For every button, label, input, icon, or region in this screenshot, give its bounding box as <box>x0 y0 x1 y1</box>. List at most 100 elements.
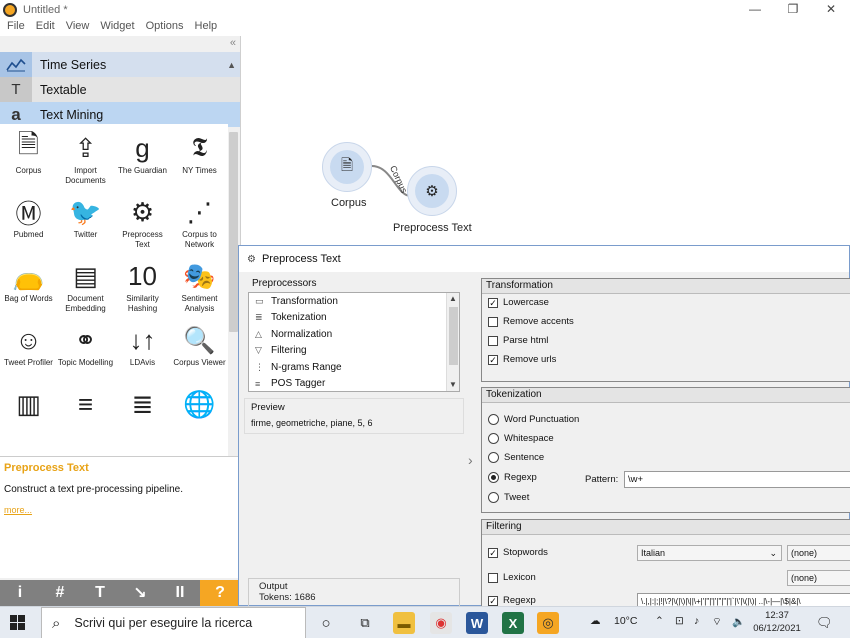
widget-bag-of-words[interactable]: 👝 Bag of Words <box>0 258 57 304</box>
close-button[interactable]: ✕ <box>812 0 850 20</box>
menu-file[interactable]: File <box>7 20 25 36</box>
preprocessor-filtering[interactable]: ▽ Filtering <box>249 343 459 360</box>
widget-ny-times[interactable]: 𝕿 NY Times <box>171 130 228 176</box>
text-annotation-button[interactable]: T <box>80 580 120 606</box>
whitespace-radio[interactable]: Whitespace <box>488 433 554 444</box>
menu-help[interactable]: Help <box>195 20 218 36</box>
preprocessor-transformation[interactable]: ▭ Transformation <box>249 293 459 310</box>
widget-pubmed[interactable]: Ⓜ Pubmed <box>0 194 57 240</box>
maximize-button[interactable]: ❐ <box>774 0 812 20</box>
chevron-right-icon[interactable]: › <box>468 452 473 468</box>
taskbar-search[interactable]: ⌕ Scrivi qui per eseguire la ricerca <box>41 607 306 638</box>
category-time-series[interactable]: Time Series ▲ <box>0 52 240 77</box>
windows-start-icon[interactable] <box>10 615 25 630</box>
cortana-icon[interactable]: ○ <box>315 612 337 634</box>
widget-ldavis[interactable]: ↓↑ LDAvis <box>114 322 171 368</box>
panel-scrollbar[interactable] <box>229 132 238 332</box>
network-tray-icon[interactable]: ⊡ <box>675 615 684 627</box>
preprocessor-label: POS Tagger <box>271 378 326 390</box>
stopwords-checkbox[interactable]: ✓ Stopwords <box>488 547 548 558</box>
temperature-text[interactable]: 10°C <box>614 615 637 627</box>
widget-corpus[interactable]: 🗎 Corpus <box>0 129 57 176</box>
regexp-radio[interactable]: Regexp <box>488 472 537 483</box>
pause-button[interactable]: II <box>160 580 200 606</box>
widget-twitter[interactable]: 🐦 Twitter <box>57 194 114 240</box>
grid-button[interactable]: # <box>40 580 80 606</box>
more-link[interactable]: more... <box>4 505 234 515</box>
widget-topic-modelling[interactable]: ⚭ Topic Modelling <box>57 322 114 368</box>
remove-urls-checkbox[interactable]: ✓ Remove urls <box>488 354 556 365</box>
corpus-node[interactable]: 🗎 <box>322 142 372 192</box>
widget-item-17[interactable]: ≡ <box>57 386 114 422</box>
info-button[interactable]: i <box>0 580 40 606</box>
pattern-input[interactable]: \w+ <box>624 471 850 488</box>
widget-corpus-to-network[interactable]: ⋰ Corpus to Network <box>171 194 228 250</box>
menu-view[interactable]: View <box>66 20 90 36</box>
widget-grid: 🗎 Corpus ⇪ Import Documents g The Guardian 𝕿 NY… <box>0 124 228 456</box>
minimize-button[interactable]: — <box>736 0 774 20</box>
preprocessor-n-grams-range[interactable]: ⋮ N-grams Range <box>249 359 459 376</box>
category-label: Time Series <box>40 57 107 72</box>
help-button[interactable]: ? <box>200 580 240 606</box>
widget-label: Import Documents <box>65 166 106 185</box>
twitter-bird-icon: 🐦 <box>69 196 102 227</box>
microphone-icon[interactable]: ♪ <box>694 615 699 627</box>
widget-document-embedding[interactable]: ▤ Document Embedding <box>57 258 114 314</box>
scroll-down-icon[interactable]: ▼ <box>449 380 457 389</box>
clock[interactable]: 12:37 06/12/2021 <box>752 609 802 635</box>
parse-html-checkbox[interactable]: Parse html <box>488 335 548 346</box>
notifications-icon[interactable]: 🗨 <box>816 615 833 631</box>
collapse-panel-button[interactable]: « <box>230 37 236 49</box>
preprocessor-pos-tagger[interactable]: ≡ POS Tagger <box>249 376 459 393</box>
task-view-icon[interactable]: ⧉ <box>354 612 376 634</box>
widget-item-19[interactable]: 🌐 <box>171 386 228 422</box>
category-textable[interactable]: T Textable <box>0 77 240 102</box>
widget-item-16[interactable]: ▥ <box>0 386 57 422</box>
text-cursor-icon: T <box>0 77 32 102</box>
preprocessor-normalization[interactable]: △ Normalization <box>249 326 459 343</box>
volume-icon[interactable]: 🔈 <box>732 615 745 628</box>
lexicon-checkbox[interactable]: Lexicon <box>488 572 536 583</box>
widget-preprocess-text[interactable]: ⚙ Preprocess Text <box>114 194 171 250</box>
file-explorer-icon[interactable]: ▬ <box>393 612 415 634</box>
radio-selected-icon <box>488 472 499 483</box>
menu-edit[interactable]: Edit <box>36 20 55 36</box>
weather-icon[interactable]: ☁ <box>590 615 601 627</box>
widget-the-guardian[interactable]: g The Guardian <box>114 130 171 176</box>
orange-app-icon[interactable]: ◎ <box>537 612 559 634</box>
menu-widget[interactable]: Widget <box>100 20 134 36</box>
chevron-up-icon[interactable]: ⌃ <box>655 615 664 627</box>
word-punctuation-radio[interactable]: Word Punctuation <box>488 414 579 425</box>
widget-sentiment-analysis[interactable]: 🎭 Sentiment Analysis <box>171 258 228 314</box>
arrow-annotation-button[interactable]: ↘ <box>120 580 160 606</box>
scroll-up-icon[interactable]: ▲ <box>227 60 236 70</box>
output-box: Output Tokens: 1686 <box>248 578 460 608</box>
scroll-up-icon[interactable]: ▲ <box>449 294 457 303</box>
widget-similarity-hashing[interactable]: 10 Similarity Hashing <box>114 258 171 314</box>
preprocessor-tokenization[interactable]: ≣ Tokenization <box>249 310 459 327</box>
category-label: Text Mining <box>40 107 104 122</box>
stopwords-language-select[interactable]: Italian ⌄ <box>637 545 782 561</box>
list-scrollbar[interactable]: ▲ ▼ <box>446 293 459 391</box>
link-line[interactable] <box>242 36 850 246</box>
preprocess-text-node[interactable]: ⚙ <box>407 166 457 216</box>
preview-label: Preview <box>251 402 285 413</box>
remove-accents-checkbox[interactable]: Remove accents <box>488 316 574 327</box>
widget-import-documents[interactable]: ⇪ Import Documents <box>57 130 114 186</box>
chrome-icon[interactable]: ◉ <box>430 612 452 634</box>
widget-tweet-profiler[interactable]: ☺ Tweet Profiler <box>0 322 57 368</box>
menu-options[interactable]: Options <box>146 20 184 36</box>
lowercase-checkbox[interactable]: ✓ Lowercase <box>488 297 549 308</box>
scroll-thumb[interactable] <box>449 307 458 365</box>
widget-item-18[interactable]: ≣ <box>114 386 171 422</box>
stopwords-file-select[interactable]: (none) <box>787 545 850 561</box>
widget-corpus-viewer[interactable]: 🔍 Corpus Viewer <box>171 322 228 368</box>
regexp-checkbox[interactable]: ✓ Regexp <box>488 595 536 606</box>
wifi-icon[interactable]: ⌔ <box>712 615 722 629</box>
sentence-radio[interactable]: Sentence <box>488 452 544 463</box>
workflow-canvas[interactable]: 🗎 Corpus ⚙ Preprocess Text Corpus <box>242 36 850 246</box>
excel-icon[interactable]: X <box>502 612 524 634</box>
lexicon-file-select[interactable]: (none) <box>787 570 850 586</box>
tweet-radio[interactable]: Tweet <box>488 492 529 503</box>
word-icon[interactable]: W <box>466 612 488 634</box>
